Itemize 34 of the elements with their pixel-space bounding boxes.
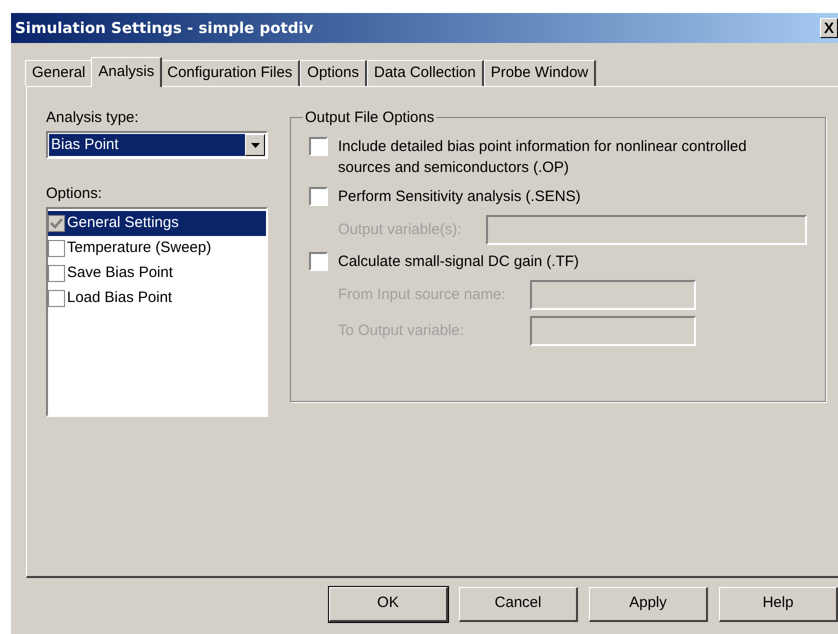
tab[interactable]: Options [300,60,367,86]
checkbox[interactable] [309,187,328,206]
list-item[interactable]: General Settings [48,211,266,236]
analysis-type-label: Analysis type: [46,108,140,128]
dialog-button[interactable]: Cancel [459,586,578,622]
list-item[interactable]: Load Bias Point [48,286,266,311]
checkbox[interactable] [48,265,65,282]
checkbox-label: Perform Sensitivity analysis (.SENS) [338,187,582,207]
window-title: Simulation Settings - simple potdiv [15,18,314,39]
checkbox[interactable] [48,290,65,307]
list-item-label: Load Bias Point [67,288,172,308]
list-item[interactable]: Save Bias Point [48,261,266,286]
dialog-button[interactable]: OK [329,586,448,622]
list-item[interactable]: Temperature (Sweep) [48,236,266,261]
dropdown-value: Bias Point [49,134,245,156]
dialog-button[interactable]: Apply [589,586,708,622]
checkbox[interactable] [309,137,328,156]
analysis-type-dropdown[interactable]: Bias Point [46,131,268,159]
close-button[interactable]: X [820,18,838,38]
tab[interactable]: Data Collection [367,60,484,86]
tab[interactable]: Probe Window [484,60,596,86]
checkbox-label: Calculate small-signal DC gain (.TF) [338,252,580,272]
checkbox[interactable] [48,215,65,232]
tab[interactable]: Analysis [91,57,162,87]
list-item-label: Temperature (Sweep) [67,238,212,258]
list-item-label: General Settings [67,213,179,234]
tab[interactable]: Configuration Files [160,60,300,86]
dialog-button[interactable]: Help [719,586,838,622]
checkbox[interactable] [309,252,328,271]
list-item-label: Save Bias Point [67,263,173,284]
checkbox-label: Include detailed bias point information for nonlinear controlled sources and semiconductors (.OP) [338,137,748,178]
checkbox[interactable] [48,240,65,257]
tab[interactable]: General [25,60,94,86]
options-label: Options: [46,184,103,204]
